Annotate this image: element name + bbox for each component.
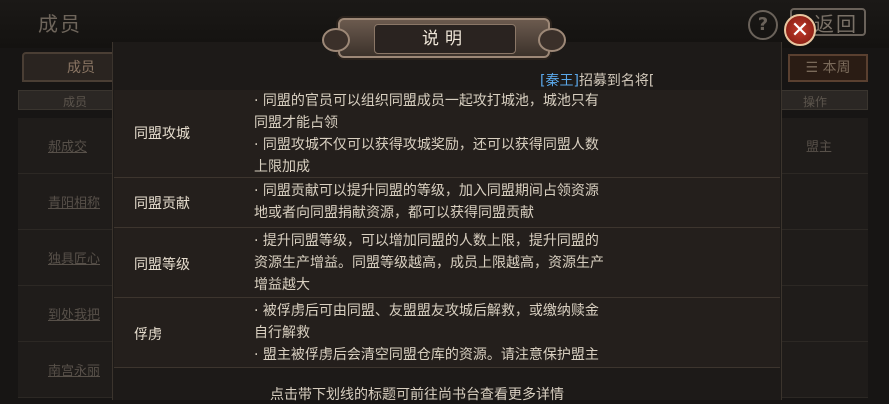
header-actions: 操作 [803, 95, 828, 109]
rule-line: 上限加成 [254, 159, 310, 175]
recruit-notice: [秦王]招募到名将[ [540, 70, 654, 90]
rule-row-contribution: 同盟贡献 · 同盟贡献可以提升同盟的等级，加入同盟期间占领资源 地或者向同盟捐献… [114, 178, 780, 228]
rule-line: 同盟才能占领 [254, 115, 338, 131]
rule-row-siege: 同盟攻城 · 同盟的官员可以组织同盟成员一起攻打城池，城池只有 同盟才能占领 ·… [114, 90, 780, 178]
page-title: 成员 [38, 12, 82, 36]
rule-line: 地或者向同盟捐献资源，都可以获得同盟贡献 [254, 205, 534, 221]
member-role: 盟主 [805, 140, 832, 155]
rule-label-level[interactable]: 同盟等级 [134, 254, 190, 274]
rule-line: · 被俘虏后可由同盟、友盟盟友攻城后解救，或缴纳赎金 [254, 303, 599, 319]
member-name[interactable]: 青阳相称 [48, 192, 100, 211]
rule-line: 自行解救 [254, 325, 310, 341]
header-member: 成员 [63, 95, 88, 109]
rule-line: · 同盟贡献可以提升同盟的等级，加入同盟期间占领资源 [254, 183, 599, 199]
this-week-button[interactable]: ☰ 本周 [788, 54, 868, 82]
recruiter-name[interactable]: [秦王] [540, 73, 579, 89]
rule-desc-level: · 提升同盟等级，可以增加同盟的人数上限，提升同盟的 资源生产增益。同盟等级越高… [254, 230, 684, 296]
ornament-icon [322, 28, 350, 52]
rule-label-siege[interactable]: 同盟攻城 [134, 123, 190, 143]
rule-line: · 同盟的官员可以组织同盟成员一起攻打城池，城池只有 [254, 93, 599, 109]
footer-hint: 点击带下划线的标题可前往尚书台查看更多详情 [270, 387, 564, 403]
rule-row-level: 同盟等级 · 提升同盟等级，可以增加同盟的人数上限，提升同盟的 资源生产增益。同… [114, 228, 780, 298]
this-week-label: 本周 [822, 60, 851, 76]
rule-line: · 盟主被俘虏后会清空同盟仓库的资源。请注意保护盟主 [254, 347, 599, 363]
rule-line: · 同盟攻城不仅可以获得攻城奖励，还可以获得同盟人数 [254, 137, 599, 153]
dialog-title: 说明 [374, 24, 516, 54]
ornament-icon [538, 28, 566, 52]
dialog-title-plaque: 说明 [322, 18, 566, 58]
close-icon[interactable]: ✕ [784, 14, 816, 46]
recruit-text: 招募到名将[ [578, 73, 655, 89]
rule-desc-captive: · 被俘虏后可由同盟、友盟盟友攻城后解救，或缴纳赎金 自行解救 · 盟主被俘虏后… [254, 300, 684, 366]
rule-line: · 提升同盟等级，可以增加同盟的人数上限，提升同盟的 [254, 233, 599, 249]
rule-desc-siege: · 同盟的官员可以组织同盟成员一起攻打城池，城池只有 同盟才能占领 · 同盟攻城… [254, 90, 684, 178]
rule-label-captive[interactable]: 俘虏 [134, 324, 162, 344]
rule-line: 增益越大 [254, 277, 310, 293]
member-name[interactable]: 郝成交 [48, 136, 87, 155]
rule-row-captive: 俘虏 · 被俘虏后可由同盟、友盟盟友攻城后解救，或缴纳赎金 自行解救 · 盟主被… [114, 298, 780, 368]
member-name[interactable]: 到处我把 [48, 304, 100, 323]
rule-desc-contribution: · 同盟贡献可以提升同盟的等级，加入同盟期间占领资源 地或者向同盟捐献资源，都可… [254, 180, 684, 224]
rule-line: 资源生产增益。同盟等级越高，成员上限越高，资源生产 [254, 255, 604, 271]
help-icon[interactable]: ? [748, 10, 778, 40]
member-name[interactable]: 独具匠心 [48, 248, 100, 267]
member-name[interactable]: 南宫永丽 [48, 360, 100, 379]
menu-icon: ☰ [805, 60, 823, 76]
rule-label-contribution[interactable]: 同盟贡献 [134, 193, 190, 213]
